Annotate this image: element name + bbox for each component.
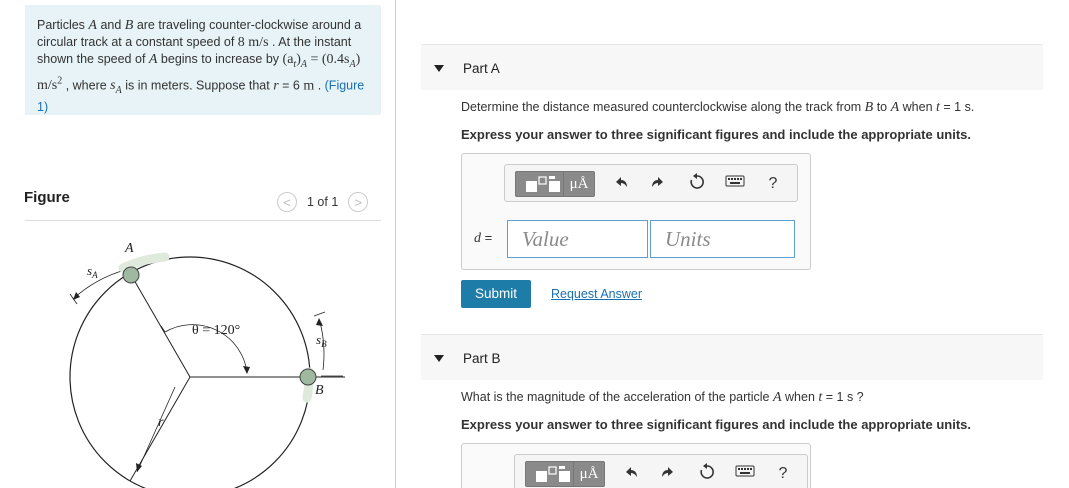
- chevron-right-icon: >: [354, 194, 363, 210]
- reset-icon[interactable]: [695, 463, 719, 485]
- part-a-header[interactable]: Part A: [421, 44, 1043, 90]
- math-toolbar: μÅ ?: [514, 454, 808, 488]
- units-button[interactable]: μÅ: [563, 171, 595, 197]
- radius-unit: m: [303, 78, 315, 94]
- undo-icon[interactable]: [609, 173, 633, 195]
- label-theta: θ = 120°: [192, 323, 240, 338]
- label-r: r: [158, 415, 164, 430]
- figure-divider: [25, 220, 381, 221]
- part-b-title: Part B: [463, 351, 501, 366]
- templates-icon: [526, 176, 560, 192]
- label-sA: sA: [87, 263, 98, 280]
- templates-button[interactable]: [525, 461, 579, 487]
- part-b-header[interactable]: Part B: [421, 334, 1043, 380]
- keyboard-icon[interactable]: [733, 463, 757, 485]
- help-icon[interactable]: ?: [761, 173, 785, 195]
- submit-button[interactable]: Submit: [461, 280, 531, 308]
- problem-text: is in meters. Suppose that: [121, 78, 274, 93]
- label-A: A: [124, 241, 134, 256]
- math-toolbar: μÅ ?: [504, 164, 798, 202]
- problem-text: .: [314, 78, 325, 93]
- math-sA: sA: [110, 78, 122, 97]
- value-input[interactable]: Value: [507, 220, 648, 258]
- figure-pager: < 1 of 1 >: [277, 192, 369, 212]
- speed-value: 8 m/s: [237, 35, 269, 50]
- redo-icon[interactable]: [656, 463, 680, 485]
- label-B: B: [315, 383, 324, 398]
- problem-text: begins to increase by: [157, 52, 283, 66]
- part-a-instruction: Express your answer to three significant…: [461, 127, 971, 142]
- math-A: A: [88, 18, 97, 33]
- templates-icon: [536, 466, 570, 482]
- radius-line-A: [129, 272, 191, 378]
- next-figure-button[interactable]: >: [348, 192, 369, 212]
- redo-icon[interactable]: [646, 173, 670, 195]
- units-button[interactable]: μÅ: [573, 461, 605, 487]
- particle-B: [299, 368, 317, 386]
- prev-figure-button[interactable]: <: [277, 192, 297, 212]
- part-b-instruction: Express your answer to three significant…: [461, 417, 971, 432]
- part-b-question: What is the magnitude of the acceleratio…: [461, 390, 864, 405]
- part-a-answer-box: μÅ ? d = Value Units: [461, 153, 811, 270]
- chevron-left-icon: <: [283, 194, 291, 210]
- r-dimension-arrow: [136, 386, 176, 473]
- templates-button[interactable]: [515, 171, 569, 197]
- keyboard-icon[interactable]: [723, 173, 747, 195]
- sA-arc: [72, 269, 126, 300]
- units-input[interactable]: Units: [650, 220, 795, 258]
- collapse-triangle-icon: [434, 355, 444, 362]
- problem-text: = 6: [278, 78, 304, 93]
- part-a-title: Part A: [463, 61, 500, 76]
- undo-icon[interactable]: [619, 463, 643, 485]
- label-sB: sB: [316, 332, 327, 349]
- help-icon[interactable]: ?: [771, 463, 795, 485]
- figure-page-count: 1 of 1: [307, 195, 339, 209]
- figure-label: Figure: [24, 189, 70, 206]
- part-b-answer-box: μÅ ?: [461, 443, 811, 488]
- part-a-question: Determine the distance measured counterc…: [461, 100, 975, 115]
- problem-text: and: [96, 18, 125, 32]
- reset-icon[interactable]: [685, 173, 709, 195]
- answer-variable-label: d =: [474, 230, 493, 246]
- problem-text: , where: [62, 78, 111, 93]
- figure-diagram: A B sA sB r θ = 120°: [69, 241, 345, 488]
- particle-A: [122, 266, 140, 284]
- column-divider: [395, 0, 396, 488]
- circular-track: [69, 256, 311, 488]
- collapse-triangle-icon: [434, 65, 444, 72]
- problem-statement: Particles A and B are traveling counter-…: [25, 5, 381, 115]
- problem-text: Particles: [37, 18, 89, 32]
- request-answer-link[interactable]: Request Answer: [551, 287, 642, 301]
